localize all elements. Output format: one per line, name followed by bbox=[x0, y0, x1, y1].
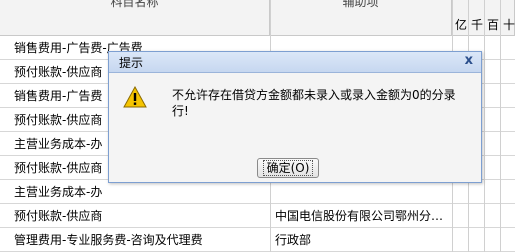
ok-button-label: 确定(O) bbox=[262, 160, 314, 176]
table-row[interactable]: 预付账款-供应商 中国电信股份有限公司鄂州分… bbox=[0, 204, 515, 228]
table-row[interactable]: 主营业务成本-办 bbox=[0, 180, 515, 204]
account-cell[interactable]: 管理费用-专业服务费-咨询及代理费 bbox=[14, 228, 203, 252]
digit-shi: 十 bbox=[500, 14, 515, 36]
close-icon[interactable]: x bbox=[465, 53, 473, 68]
account-cell[interactable]: 预付账款-供应商 bbox=[14, 156, 102, 180]
digit-qian: 千 bbox=[468, 14, 485, 36]
dialog-title: 提示 bbox=[119, 56, 144, 70]
column-divider bbox=[484, 0, 485, 252]
account-cell[interactable]: 预付账款-供应商 bbox=[14, 108, 102, 132]
dialog-message: 不允许存在借贷方金额都未录入或录入金额为0的分录行! bbox=[172, 88, 456, 118]
account-cell[interactable]: 预付账款-供应商 bbox=[14, 60, 102, 84]
digit-bai: 百 bbox=[484, 14, 501, 36]
table-row[interactable]: 管理费用-专业服务费-咨询及代理费 行政部 bbox=[0, 228, 515, 252]
header-account-name: 科目名称 bbox=[0, 0, 270, 36]
header-auxiliary-label: 辅助项 bbox=[342, 0, 379, 9]
account-cell[interactable]: 预付账款-供应商 bbox=[14, 204, 102, 228]
warning-icon bbox=[123, 86, 147, 108]
ok-button[interactable]: 确定(O) bbox=[257, 158, 319, 178]
account-cell[interactable]: 主营业务成本-办 bbox=[14, 132, 102, 156]
alert-dialog: 提示 x 不允许存在借贷方金额都未录入或录入金额为0的分录行! 确定(O) bbox=[108, 51, 482, 183]
aux-cell[interactable]: 中国电信股份有限公司鄂州分… bbox=[275, 204, 443, 228]
column-divider bbox=[500, 0, 501, 252]
header-auxiliary: 辅助项 bbox=[270, 0, 452, 36]
dialog-title-bar[interactable]: 提示 x bbox=[109, 52, 481, 73]
account-cell[interactable]: 主营业务成本-办 bbox=[14, 180, 102, 204]
account-cell[interactable]: 销售费用-广告费 bbox=[14, 84, 102, 108]
digit-yi: 亿 bbox=[452, 14, 469, 36]
header-account-name-label: 科目名称 bbox=[110, 0, 159, 9]
aux-cell[interactable]: 行政部 bbox=[275, 228, 311, 252]
